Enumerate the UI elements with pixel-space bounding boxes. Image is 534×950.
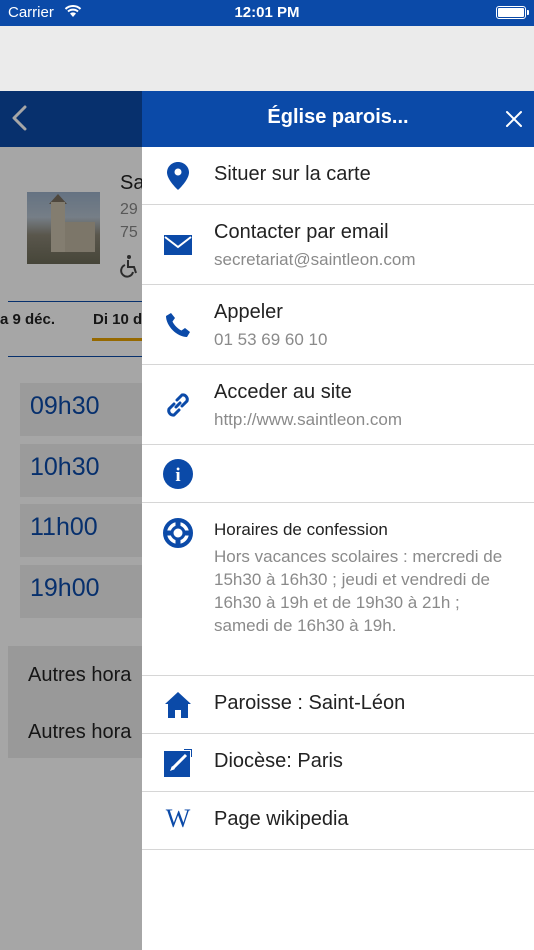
menu-item-label: Paroisse : Saint-Léon (214, 692, 406, 714)
menu-item-label: Diocèse: Paris (214, 750, 343, 772)
menu-item-call[interactable]: Appeler 01 53 69 60 10 (142, 285, 534, 365)
info-icon: i (162, 458, 194, 490)
drawer-header: Église parois... (142, 91, 534, 147)
menu-item-label: Page wikipedia (214, 808, 349, 830)
website-url: http://www.saintleon.com (214, 410, 403, 429)
menu-item-label: Appeler (214, 301, 283, 323)
lifebuoy-icon (162, 517, 194, 549)
clock: 12:01 PM (234, 4, 300, 21)
drawer-title: Église parois... (267, 106, 409, 128)
close-icon[interactable] (504, 109, 524, 129)
menu-item-info[interactable]: i (142, 445, 534, 503)
envelope-icon (162, 229, 194, 261)
menu-item-website[interactable]: Acceder au site http://www.saintleon.com (142, 365, 534, 445)
menu-item-wikipedia[interactable]: W Page wikipedia (142, 792, 534, 850)
menu-item-label: Horaires de confession (214, 520, 388, 539)
status-bar: Carrier 12:01 PM (0, 0, 534, 26)
menu-item-parish[interactable]: Paroisse : Saint-Léon (142, 676, 534, 734)
link-icon (162, 389, 194, 421)
edit-square-icon (162, 747, 194, 779)
svg-text:i: i (175, 465, 180, 486)
top-band (0, 26, 534, 91)
menu-item-email[interactable]: Contacter par email secretariat@saintleo… (142, 205, 534, 285)
menu-item-label: Contacter par email (214, 221, 389, 243)
confession-hours-text: Hors vacances scolaires : mercredi de 15… (214, 547, 503, 635)
home-icon (162, 689, 194, 721)
menu-item-label: Situer sur la carte (214, 163, 371, 185)
phone-icon (162, 309, 194, 341)
map-pin-icon (162, 160, 194, 192)
battery-icon (496, 6, 529, 19)
menu-item-confession[interactable]: Horaires de confession Hors vacances sco… (142, 503, 534, 676)
info-drawer: Église parois... Situer sur la carte Con… (142, 91, 534, 950)
menu-item-map[interactable]: Situer sur la carte (142, 147, 534, 205)
phone-number: 01 53 69 60 10 (214, 330, 328, 349)
menu-item-label: Acceder au site (214, 381, 352, 403)
wikipedia-icon: W (165, 804, 191, 833)
menu-item-diocese[interactable]: Diocèse: Paris (142, 734, 534, 792)
email-address: secretariat@saintleon.com (214, 250, 416, 269)
